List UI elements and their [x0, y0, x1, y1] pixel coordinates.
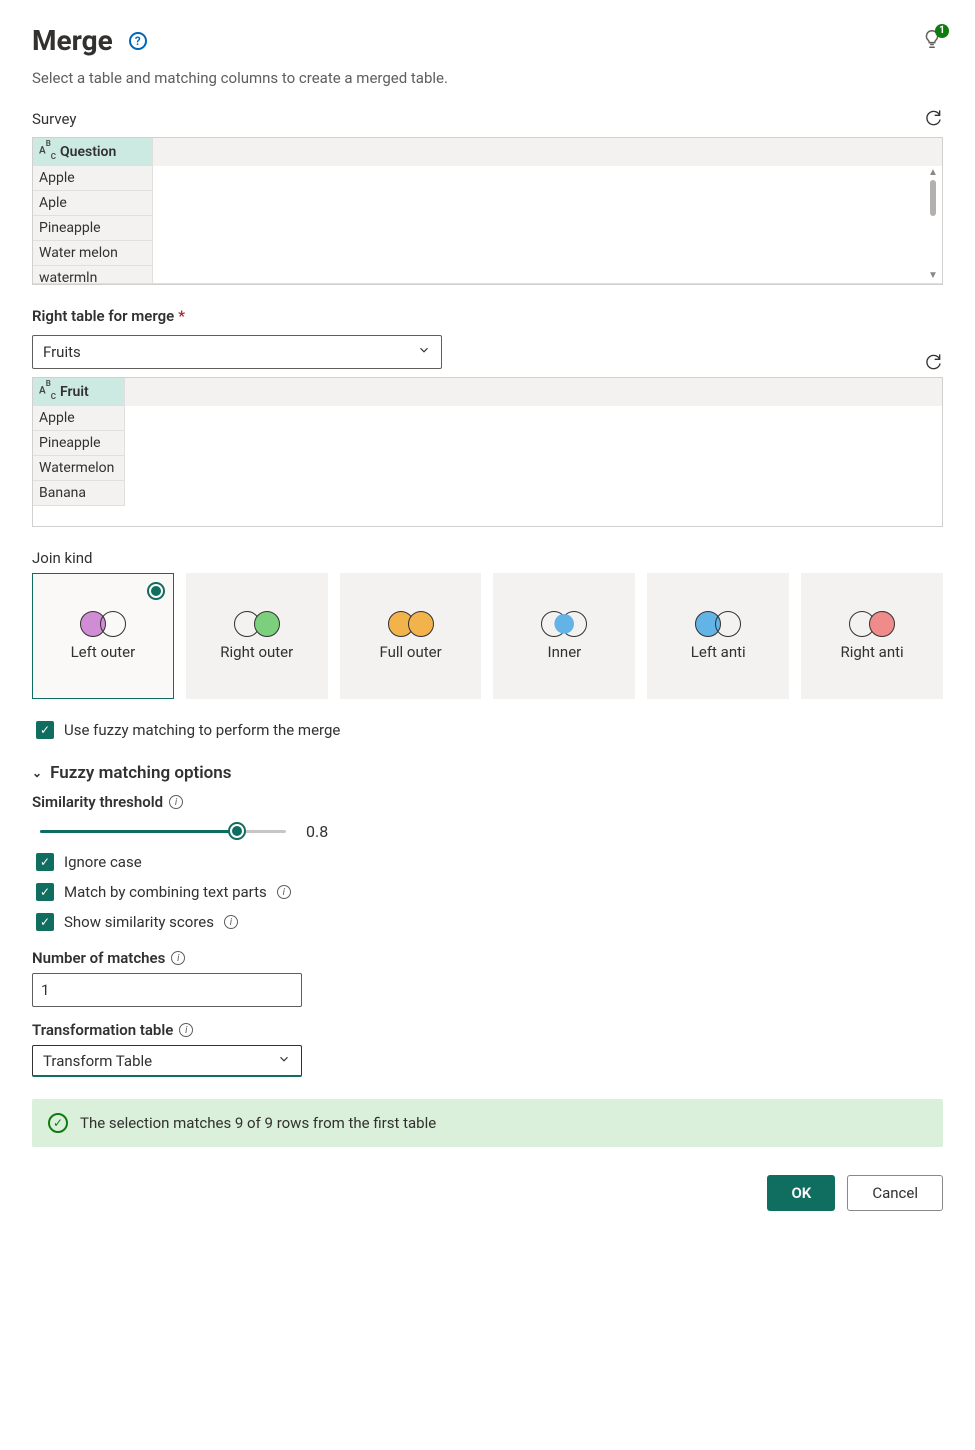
checkbox-checked-icon: ✓ [36, 853, 54, 871]
right-table-row[interactable]: Banana [33, 481, 125, 506]
similarity-threshold-label: Similarity threshold i [32, 793, 943, 811]
join-left-anti[interactable]: Left anti [647, 573, 789, 699]
fuzzy-options-toggle[interactable]: ⌄ Fuzzy matching options [32, 763, 943, 783]
tips-badge: 1 [935, 24, 949, 38]
checkbox-checked-icon: ✓ [36, 721, 54, 739]
left-table-row[interactable]: Apple [33, 166, 153, 191]
chevron-down-icon [417, 343, 431, 361]
join-inner[interactable]: Inner [493, 573, 635, 699]
help-icon[interactable]: ? [129, 32, 147, 50]
ignore-case-checkbox[interactable]: ✓ Ignore case [36, 853, 943, 871]
right-table-select[interactable]: Fruits [32, 335, 442, 369]
dialog-footer: OK Cancel [32, 1175, 943, 1211]
join-right-anti[interactable]: Right anti [801, 573, 943, 699]
right-column-header[interactable]: ABC Fruit [33, 378, 125, 406]
success-check-icon: ✓ [48, 1113, 68, 1133]
radio-selected-icon [147, 582, 165, 600]
abc-type-icon: ABC [39, 382, 56, 398]
right-table-row[interactable]: Apple [33, 406, 125, 431]
use-fuzzy-checkbox[interactable]: ✓ Use fuzzy matching to perform the merg… [36, 721, 943, 739]
show-scores-checkbox[interactable]: ✓ Show similarity scores i [36, 913, 943, 931]
join-kind-label: Join kind [32, 549, 943, 567]
info-icon[interactable]: i [171, 951, 185, 965]
left-table-scrollbar[interactable]: ▲ ▼ [926, 166, 940, 283]
scroll-down-icon[interactable]: ▼ [928, 271, 938, 281]
checkbox-checked-icon: ✓ [36, 913, 54, 931]
right-table-row[interactable]: Pineapple [33, 431, 125, 456]
left-table-preview: ABC Question Apple Aple Pineapple Water … [32, 137, 943, 285]
ok-button[interactable]: OK [767, 1175, 835, 1211]
info-icon[interactable]: i [169, 795, 183, 809]
right-table-row[interactable]: Watermelon [33, 456, 125, 481]
abc-type-icon: ABC [39, 142, 56, 158]
match-status-text: The selection matches 9 of 9 rows from t… [80, 1114, 436, 1132]
chevron-down-icon [277, 1052, 291, 1070]
number-of-matches-input[interactable]: 1 [32, 973, 302, 1007]
transformation-table-select[interactable]: Transform Table [32, 1045, 302, 1077]
match-combine-checkbox[interactable]: ✓ Match by combining text parts i [36, 883, 943, 901]
checkbox-checked-icon: ✓ [36, 883, 54, 901]
left-table-label-row: Survey [32, 107, 943, 131]
refresh-left-icon[interactable] [923, 107, 943, 131]
left-table-row[interactable]: Pineapple [33, 216, 153, 241]
refresh-right-icon[interactable] [923, 351, 943, 375]
left-table-label: Survey [32, 110, 77, 128]
left-column-header[interactable]: ABC Question [33, 138, 153, 166]
dialog-header: Merge ? 1 [32, 24, 943, 57]
chevron-down-icon: ⌄ [32, 766, 42, 780]
page-title: Merge [32, 24, 113, 57]
join-full-outer[interactable]: Full outer [340, 573, 482, 699]
match-status-bar: ✓ The selection matches 9 of 9 rows from… [32, 1099, 943, 1147]
join-left-outer[interactable]: Left outer [32, 573, 174, 699]
left-table-row[interactable]: watermln [33, 266, 153, 284]
transformation-table-label: Transformation table i [32, 1021, 943, 1039]
left-table-row[interactable]: Aple [33, 191, 153, 216]
page-subtitle: Select a table and matching columns to c… [32, 69, 943, 87]
number-of-matches-label: Number of matches i [32, 949, 943, 967]
info-icon[interactable]: i [179, 1023, 193, 1037]
right-table-preview: ABC Fruit Apple Pineapple Watermelon Ban… [32, 377, 943, 527]
right-table-label: Right table for merge* [32, 307, 943, 325]
similarity-threshold-slider[interactable] [40, 821, 286, 841]
join-right-outer[interactable]: Right outer [186, 573, 328, 699]
similarity-threshold-value: 0.8 [306, 822, 328, 841]
left-table-row[interactable]: Water melon [33, 241, 153, 266]
info-icon[interactable]: i [277, 885, 291, 899]
tips-lightbulb-icon[interactable]: 1 [921, 28, 943, 54]
cancel-button[interactable]: Cancel [847, 1175, 943, 1211]
scroll-up-icon[interactable]: ▲ [928, 168, 938, 178]
join-kind-group: Left outer Right outer Full outer Inner … [32, 573, 943, 699]
scroll-thumb[interactable] [930, 180, 936, 216]
info-icon[interactable]: i [224, 915, 238, 929]
